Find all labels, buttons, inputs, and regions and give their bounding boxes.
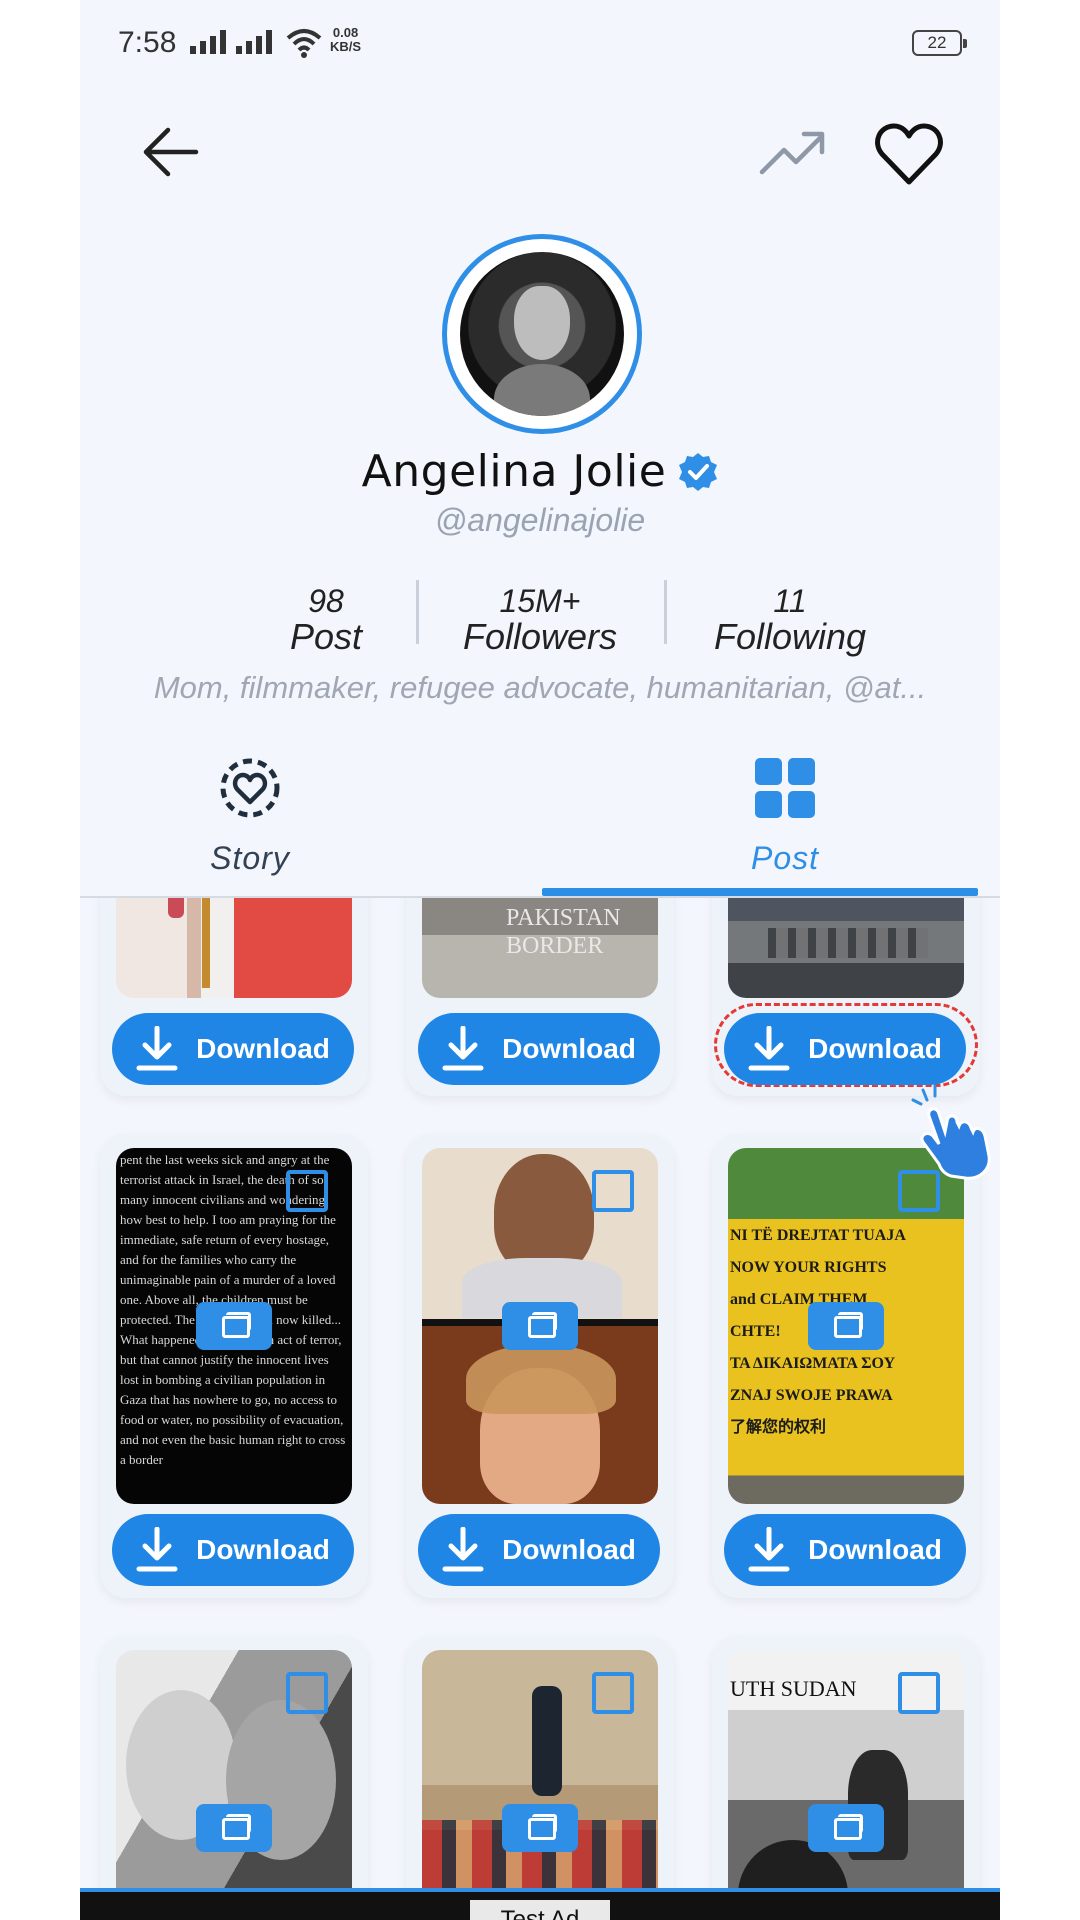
post-card (100, 1636, 368, 1888)
post-grid: Download PAKISTAN BORDER Download Downlo… (80, 898, 1000, 1888)
download-icon (748, 1026, 790, 1071)
ad-label: Test Ad (470, 1900, 610, 1920)
post-thumbnail[interactable]: pent the last weeks sick and angry at th… (116, 1148, 352, 1504)
stat-posts[interactable]: 98 Post (206, 584, 446, 656)
download-button[interactable]: Download (112, 1514, 354, 1586)
download-label: Download (502, 1033, 636, 1064)
verified-badge-icon (679, 452, 718, 491)
status-time: 7:58 (118, 26, 177, 59)
post-card: UTH SUDAN (712, 1636, 980, 1888)
download-button[interactable]: Download (418, 1514, 660, 1586)
thumbnail-text: UTH SUDAN (730, 1676, 857, 1701)
download-button[interactable]: Download (724, 1514, 966, 1586)
multi-image-icon (502, 1804, 578, 1852)
tab-active-indicator (542, 888, 978, 896)
tab-story[interactable]: Story (80, 756, 540, 896)
download-label: Download (808, 1033, 942, 1064)
profile-bio: Mom, filmmaker, refugee advocate, humani… (153, 670, 927, 705)
story-heart-icon (220, 758, 280, 818)
post-card: Download (406, 1134, 674, 1598)
download-label: Download (196, 1534, 330, 1565)
battery-icon: 22 (912, 30, 967, 56)
download-button[interactable]: Download (112, 1013, 354, 1085)
net-speed: 0.08 KB/S (330, 26, 361, 54)
download-button[interactable]: Download (418, 1013, 660, 1085)
download-icon (136, 1527, 178, 1572)
download-icon (136, 1026, 178, 1071)
heart-outline-icon[interactable] (874, 122, 944, 188)
wifi-icon (286, 29, 322, 58)
download-label: Download (502, 1534, 636, 1565)
download-label: Download (196, 1033, 330, 1064)
thumbnail-text: PAKISTAN BORDER (506, 905, 621, 959)
tab-story-label: Story (210, 840, 290, 876)
post-card: PAKISTAN BORDER Download (406, 898, 674, 1096)
download-icon (748, 1527, 790, 1572)
download-icon (442, 1026, 484, 1071)
stat-following[interactable]: 11 Following (670, 584, 910, 656)
profile-name-row: Angelina Jolie (80, 446, 1000, 497)
post-thumbnail[interactable] (116, 898, 352, 998)
stat-divider (664, 580, 667, 644)
tap-hand-icon (911, 1084, 991, 1180)
post-card: pent the last weeks sick and angry at th… (100, 1134, 368, 1598)
profile-handle: @angelinajolie (434, 502, 646, 538)
select-checkbox[interactable] (286, 1170, 328, 1212)
select-checkbox[interactable] (592, 1672, 634, 1714)
stat-posts-label: Post (289, 616, 363, 657)
download-button[interactable]: Download (724, 1013, 966, 1085)
tab-post[interactable]: Post (540, 756, 1000, 896)
post-card: Download (712, 898, 980, 1096)
stat-divider (416, 580, 419, 644)
stat-followers-label: Followers (462, 616, 618, 657)
post-card (406, 1636, 674, 1888)
download-icon (442, 1527, 484, 1572)
thumbnail-text: NI TË DREJTAT TUAJA NOW YOUR RIGHTS and … (730, 1227, 906, 1436)
multi-image-icon (808, 1302, 884, 1350)
signal-icon-2 (236, 30, 272, 54)
profile-avatar-ring[interactable] (442, 234, 642, 434)
select-checkbox[interactable] (592, 1170, 634, 1212)
select-checkbox[interactable] (898, 1672, 940, 1714)
post-thumbnail[interactable] (728, 898, 964, 998)
select-checkbox[interactable] (286, 1672, 328, 1714)
post-thumbnail[interactable]: PAKISTAN BORDER (422, 898, 658, 998)
post-thumbnail[interactable]: UTH SUDAN (728, 1650, 964, 1888)
stat-posts-value: 98 (308, 583, 344, 619)
profile-stats: 98 Post 15M+ Followers 11 Following (80, 584, 1000, 664)
arrow-left-icon[interactable] (138, 124, 202, 180)
multi-image-icon (196, 1804, 272, 1852)
stat-following-label: Following (713, 616, 867, 657)
post-thumbnail[interactable]: NI TË DREJTAT TUAJA NOW YOUR RIGHTS and … (728, 1148, 964, 1504)
signal-icon (190, 30, 226, 54)
stat-followers-value: 15M+ (499, 583, 581, 619)
app-screen: 7:58 0.08 KB/S 22 Angelina Jolie @angeli… (80, 0, 1000, 1920)
avatar (460, 252, 624, 416)
post-thumbnail[interactable] (422, 1650, 658, 1888)
net-speed-value: 0.08 (332, 25, 359, 40)
profile-name: Angelina Jolie (361, 446, 667, 497)
stat-followers[interactable]: 15M+ Followers (420, 584, 660, 656)
post-thumbnail[interactable] (116, 1650, 352, 1888)
multi-image-icon (196, 1302, 272, 1350)
post-thumbnail[interactable] (422, 1148, 658, 1504)
download-label: Download (808, 1534, 942, 1565)
stat-following-value: 11 (773, 583, 807, 619)
trending-up-icon[interactable] (758, 126, 828, 180)
multi-image-icon (808, 1804, 884, 1852)
tab-post-label: Post (750, 840, 820, 876)
post-card: NI TË DREJTAT TUAJA NOW YOUR RIGHTS and … (712, 1134, 980, 1598)
net-speed-unit: KB/S (330, 39, 362, 54)
grid-icon (755, 758, 815, 818)
status-bar: 7:58 0.08 KB/S 22 (80, 0, 1000, 88)
multi-image-icon (502, 1302, 578, 1350)
post-card: Download (100, 898, 368, 1096)
